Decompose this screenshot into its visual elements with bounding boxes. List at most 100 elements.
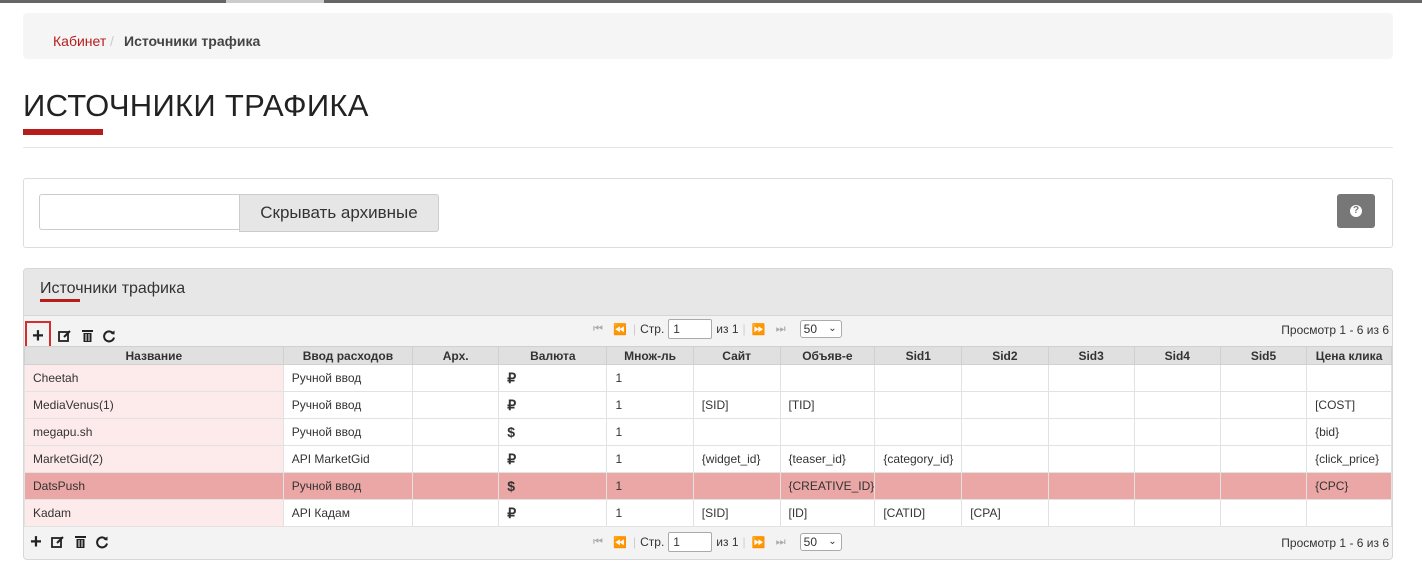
column-header[interactable]: Ввод расходов: [282, 346, 414, 365]
table-cell: [412, 391, 500, 419]
refresh-icon[interactable]: [101, 328, 117, 344]
cell-name: MediaVenus(1): [24, 391, 284, 419]
table-cell: 1: [606, 391, 694, 419]
last-page-icon[interactable]: ⏭: [772, 536, 790, 549]
column-header[interactable]: Цена клика: [1306, 346, 1392, 365]
table-cell: [961, 472, 1049, 500]
bottom-pager: + ⏮ ⏪ | Стр. 1 из 1 | ⏩ ⏭ 50 ⌄ Просмотр 1…: [24, 528, 1392, 558]
breadcrumb-separator: /: [110, 33, 114, 49]
table-cell: [SID]: [692, 391, 781, 419]
cell-name: megapu.sh: [24, 418, 284, 446]
cell-currency: $: [498, 472, 608, 500]
prev-page-icon[interactable]: ⏪: [611, 323, 629, 336]
next-page-icon[interactable]: ⏩: [750, 323, 768, 336]
table-cell: [ID]: [779, 499, 876, 527]
first-page-icon[interactable]: ⏮: [589, 536, 607, 549]
table-cell: [1133, 418, 1221, 446]
column-header[interactable]: Sid1: [874, 346, 963, 365]
filter-input[interactable]: [39, 194, 239, 230]
table-cell: Ручной ввод: [282, 391, 414, 419]
table-cell: [779, 364, 876, 392]
column-header[interactable]: Sid3: [1047, 346, 1135, 365]
table-row[interactable]: Kadam API Кадам ₽1 [SID] [ID] [CATID] [CPA]: [24, 499, 1392, 527]
table-cell: [1047, 364, 1135, 392]
column-header[interactable]: Сайт: [692, 346, 781, 365]
chevron-down-icon: ⌄: [828, 536, 837, 547]
column-header[interactable]: Валюта: [498, 346, 608, 365]
first-page-icon[interactable]: ⏮: [589, 323, 607, 336]
edit-icon[interactable]: [50, 534, 66, 550]
table-cell: [874, 391, 963, 419]
table-cell: Ручной ввод: [282, 364, 414, 392]
question-icon: ?: [1350, 205, 1362, 217]
table-cell: {CPC}: [1306, 472, 1392, 500]
rows-per-page-select[interactable]: 50 ⌄: [799, 320, 842, 338]
edit-icon[interactable]: [57, 328, 73, 344]
table-cell: Ручной ввод: [282, 418, 414, 446]
top-pager: + ⏮ ⏪ | Стр. 1 из 1 | ⏩ ⏭ 50 ⌄ Просмотр 1…: [24, 315, 1392, 351]
grid-table: Название Ввод расходов Арх. Валюта Множ-ль Са…: [24, 346, 1392, 527]
help-button[interactable]: ?: [1337, 194, 1375, 228]
table-cell: [1133, 364, 1221, 392]
table-cell: [1133, 445, 1221, 473]
page-input[interactable]: 1: [668, 319, 713, 339]
table-cell: [1219, 364, 1308, 392]
last-page-icon[interactable]: ⏭: [772, 323, 790, 336]
table-cell: 1: [606, 418, 694, 446]
cell-currency: ₽: [498, 445, 608, 473]
table-row[interactable]: Cheetah Ручной ввод ₽1: [24, 364, 1392, 392]
top-bar: [0, 0, 1422, 3]
table-cell: [COST]: [1306, 391, 1392, 419]
cell-name: DatsPush: [24, 472, 284, 500]
page-label: Стр.: [640, 535, 665, 549]
grid-caption-title: Источники трафика: [40, 280, 186, 297]
column-header[interactable]: Sid2: [961, 346, 1049, 365]
table-cell: [1219, 418, 1308, 446]
add-icon[interactable]: +: [28, 531, 44, 553]
table-cell: [961, 445, 1049, 473]
column-header[interactable]: Объяв-е: [779, 346, 876, 365]
records-view-info: Просмотр 1 - 6 из 6: [1281, 536, 1389, 550]
grid-header-row: Название Ввод расходов Арх. Валюта Множ-ль Са…: [24, 346, 1392, 365]
table-row[interactable]: MarketGid(2) API MarketGid ₽1 {widget_id} {t…: [24, 445, 1392, 473]
next-page-icon[interactable]: ⏩: [750, 536, 768, 549]
column-header[interactable]: Sid5: [1219, 346, 1308, 365]
cell-name: Cheetah: [24, 364, 284, 392]
table-row[interactable]: MediaVenus(1) Ручной ввод ₽1 [SID] [TID] [COS…: [24, 391, 1392, 419]
grid-caption-underline: [40, 299, 80, 302]
table-cell: [1047, 445, 1135, 473]
table-cell: [1219, 472, 1308, 500]
table-cell: {widget_id}: [692, 445, 781, 473]
table-row[interactable]: megapu.sh Ручной ввод $1 {bid}: [24, 418, 1392, 446]
filter-panel: Скрывать архивные ?: [23, 178, 1393, 248]
breadcrumb: Кабинет / Источники трафика: [23, 13, 1393, 59]
column-header[interactable]: Множ-ль: [606, 346, 694, 365]
trash-icon[interactable]: [72, 534, 88, 550]
hide-archived-button[interactable]: Скрывать архивные: [239, 194, 439, 232]
table-cell: [961, 391, 1049, 419]
column-header[interactable]: Sid4: [1133, 346, 1221, 365]
table-cell: [1219, 391, 1308, 419]
table-cell: [412, 418, 500, 446]
column-header[interactable]: Арх.: [412, 346, 500, 365]
table-cell: [692, 472, 781, 500]
table-cell: [412, 499, 500, 527]
table-cell: API MarketGid: [282, 445, 414, 473]
column-header[interactable]: Название: [24, 346, 284, 365]
breadcrumb-current: Источники трафика: [124, 33, 261, 49]
table-cell: 1: [606, 364, 694, 392]
table-cell: [SID]: [692, 499, 781, 527]
table-cell: {CREATIVE_ID}: [779, 472, 876, 500]
prev-page-icon[interactable]: ⏪: [611, 536, 629, 549]
table-cell: [1133, 391, 1221, 419]
cell-currency: ₽: [498, 499, 608, 527]
table-cell: [1047, 391, 1135, 419]
rows-per-page-select[interactable]: 50 ⌄: [799, 533, 842, 551]
table-row[interactable]: DatsPush Ручной ввод $1 {CREATIVE_ID} {CPC}: [24, 472, 1392, 500]
breadcrumb-home-link[interactable]: Кабинет: [53, 33, 106, 49]
table-cell: [1306, 364, 1392, 392]
trash-icon[interactable]: [79, 328, 95, 344]
table-cell: [412, 445, 500, 473]
page-input[interactable]: 1: [668, 532, 713, 552]
refresh-icon[interactable]: [94, 534, 110, 550]
